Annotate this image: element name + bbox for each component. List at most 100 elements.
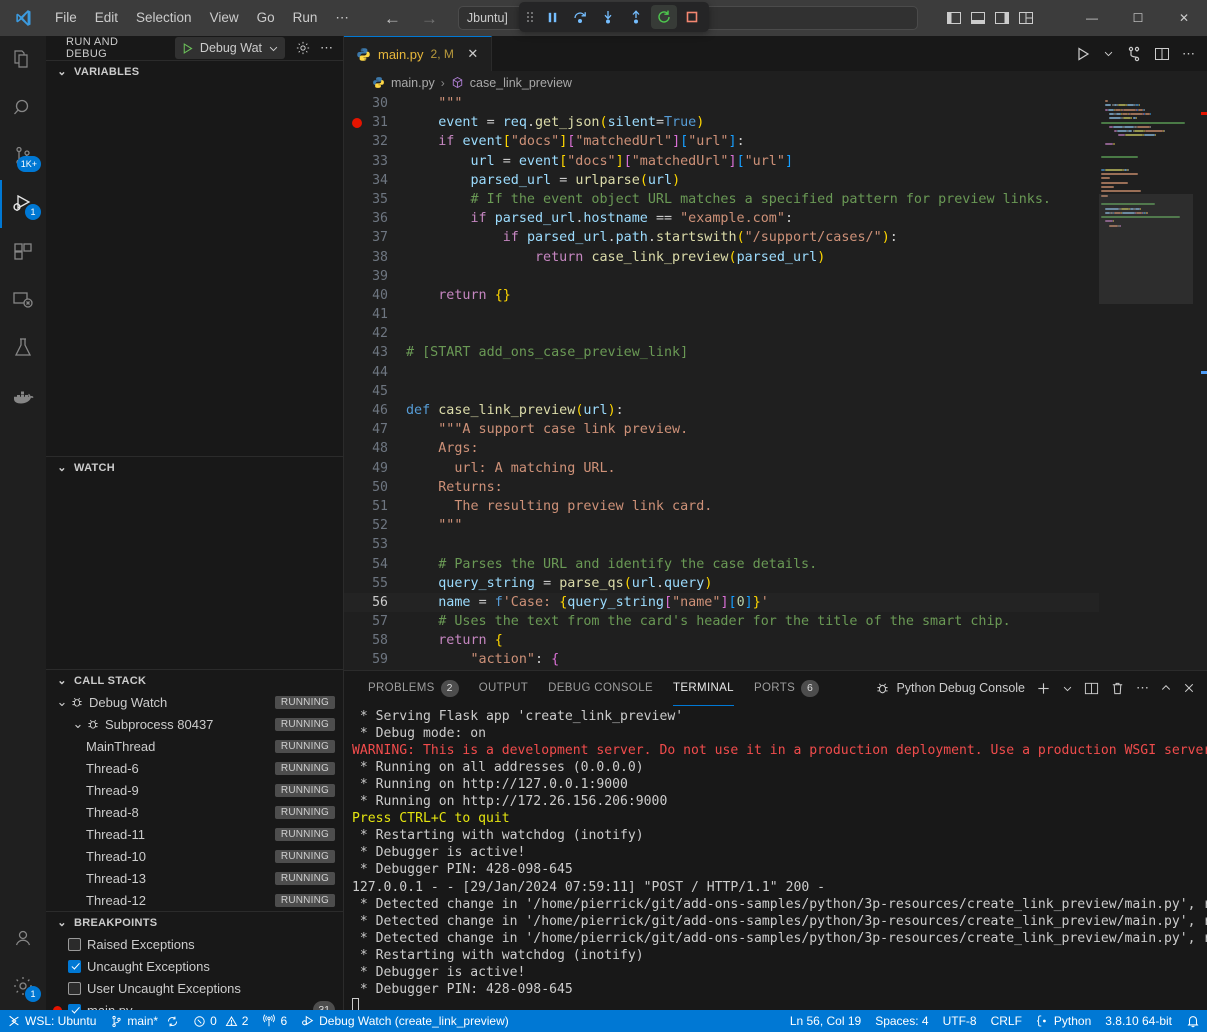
- code-editor[interactable]: 30 """31 event = req.get_json(silent=Tru…: [344, 94, 1207, 670]
- activity-run-and-debug[interactable]: 1: [0, 180, 46, 228]
- activity-manage[interactable]: 1: [0, 962, 46, 1010]
- trash-icon[interactable]: [1110, 681, 1125, 696]
- tab-ports[interactable]: PORTS 6: [744, 671, 829, 706]
- code-line[interactable]: 36 if parsed_url.hostname == "example.co…: [344, 209, 1099, 228]
- code-line[interactable]: 46def case_link_preview(url):: [344, 401, 1099, 420]
- code-line[interactable]: 43# [START add_ons_case_preview_link]: [344, 343, 1099, 362]
- call-stack-row[interactable]: Thread-13RUNNING: [46, 867, 343, 889]
- activity-search[interactable]: [0, 84, 46, 132]
- status-ports-forwarded[interactable]: 6: [255, 1010, 294, 1032]
- ellipsis-icon[interactable]: ⋯: [1182, 46, 1195, 62]
- line-number[interactable]: 54: [344, 555, 406, 574]
- split-branch-icon[interactable]: [1126, 46, 1142, 62]
- status-indentation[interactable]: Spaces: 4: [868, 1010, 935, 1032]
- tab-terminal[interactable]: TERMINAL: [663, 671, 744, 706]
- status-python-interpreter[interactable]: 3.8.10 64-bit: [1098, 1010, 1179, 1032]
- code-line[interactable]: 57 # Uses the text from the card's heade…: [344, 612, 1099, 631]
- breakpoint-checkbox[interactable]: [68, 938, 81, 951]
- terminal-output[interactable]: * Serving Flask app 'create_link_preview…: [344, 706, 1207, 1032]
- code-viewport[interactable]: 30 """31 event = req.get_json(silent=Tru…: [344, 94, 1099, 670]
- line-number[interactable]: 53: [344, 535, 406, 554]
- line-number[interactable]: 59: [344, 650, 406, 669]
- close-button[interactable]: ✕: [1161, 0, 1207, 36]
- split-editor-icon[interactable]: [1154, 46, 1170, 62]
- breakpoint-marker-icon[interactable]: [352, 118, 362, 128]
- line-number[interactable]: 30: [344, 94, 406, 113]
- stop-button[interactable]: [679, 5, 705, 29]
- line-number[interactable]: 49: [344, 459, 406, 478]
- line-number[interactable]: 33: [344, 152, 406, 171]
- call-stack-row[interactable]: ⌄Debug WatchRUNNING: [46, 691, 343, 713]
- activity-source-control[interactable]: 1K+: [0, 132, 46, 180]
- menu-view[interactable]: View: [201, 0, 248, 36]
- tab-debug-console[interactable]: DEBUG CONSOLE: [538, 671, 663, 706]
- status-remote-indicator[interactable]: WSL: Ubuntu: [0, 1010, 103, 1032]
- line-number[interactable]: 52: [344, 516, 406, 535]
- code-line[interactable]: 38 return case_link_preview(parsed_url): [344, 248, 1099, 267]
- code-line[interactable]: 52 """: [344, 516, 1099, 535]
- code-line[interactable]: 56 name = f'Case: {query_string["name"][…: [344, 593, 1099, 612]
- code-line[interactable]: 49 url: A matching URL.: [344, 459, 1099, 478]
- chevron-down-icon[interactable]: ⌄: [54, 674, 70, 687]
- code-line[interactable]: 53: [344, 535, 1099, 554]
- call-stack-row[interactable]: Thread-9RUNNING: [46, 779, 343, 801]
- code-line[interactable]: 44: [344, 363, 1099, 382]
- line-number[interactable]: 34: [344, 171, 406, 190]
- status-editor-position[interactable]: Ln 56, Col 19: [783, 1010, 868, 1032]
- arrow-left-icon[interactable]: ←: [384, 10, 401, 27]
- chevron-down-icon[interactable]: ⌄: [54, 65, 70, 78]
- menu-run[interactable]: Run: [284, 0, 327, 36]
- menu-go[interactable]: Go: [248, 0, 284, 36]
- line-number[interactable]: 37: [344, 228, 406, 247]
- code-line[interactable]: 55 query_string = parse_qs(url.query): [344, 574, 1099, 593]
- code-line[interactable]: 41: [344, 305, 1099, 324]
- layout-sidebar-right-icon[interactable]: [994, 10, 1010, 26]
- activity-remote-explorer[interactable]: [0, 276, 46, 324]
- status-encoding[interactable]: UTF-8: [936, 1010, 984, 1032]
- activity-testing[interactable]: [0, 324, 46, 372]
- code-line[interactable]: 42: [344, 324, 1099, 343]
- breakpoint-row[interactable]: User Uncaught Exceptions: [46, 977, 343, 999]
- code-line[interactable]: 45: [344, 382, 1099, 401]
- code-line[interactable]: 58 return {: [344, 631, 1099, 650]
- call-stack-row[interactable]: ⌄Subprocess 80437RUNNING: [46, 713, 343, 735]
- activity-extensions[interactable]: [0, 228, 46, 276]
- breakpoint-checkbox[interactable]: [68, 982, 81, 995]
- code-line[interactable]: 31 event = req.get_json(silent=True): [344, 113, 1099, 132]
- line-number[interactable]: 50: [344, 478, 406, 497]
- status-debug-session[interactable]: Debug Watch (create_link_preview): [294, 1010, 516, 1032]
- chevron-down-icon[interactable]: ⌄: [54, 694, 70, 710]
- close-icon[interactable]: ✕: [465, 46, 481, 62]
- line-number[interactable]: 35: [344, 190, 406, 209]
- breakpoint-checkbox[interactable]: [68, 960, 81, 973]
- code-line[interactable]: 34 parsed_url = urlparse(url): [344, 171, 1099, 190]
- line-number[interactable]: 55: [344, 574, 406, 593]
- call-stack-row[interactable]: Thread-6RUNNING: [46, 757, 343, 779]
- step-into-button[interactable]: [595, 5, 621, 29]
- chevron-down-icon[interactable]: [1062, 683, 1073, 694]
- layout-grid-icon[interactable]: [1018, 10, 1034, 26]
- line-number[interactable]: 38: [344, 248, 406, 267]
- chevron-down-icon[interactable]: ⌄: [54, 916, 70, 929]
- code-line[interactable]: 35 # If the event object URL matches a s…: [344, 190, 1099, 209]
- status-git-branch[interactable]: main*: [103, 1010, 186, 1032]
- new-terminal-icon[interactable]: [1036, 681, 1051, 696]
- minimap[interactable]: [1099, 94, 1207, 670]
- step-out-button[interactable]: [623, 5, 649, 29]
- active-terminal-name[interactable]: Python Debug Console: [875, 681, 1025, 696]
- line-number[interactable]: 57: [344, 612, 406, 631]
- code-line[interactable]: 47 """A support case link preview.: [344, 420, 1099, 439]
- breadcrumb-file[interactable]: main.py: [391, 76, 435, 90]
- tab-problems[interactable]: PROBLEMS 2: [358, 671, 469, 706]
- sync-icon[interactable]: [166, 1015, 179, 1028]
- line-number[interactable]: 46: [344, 401, 406, 420]
- code-line[interactable]: 54 # Parses the URL and identify the cas…: [344, 555, 1099, 574]
- breakpoint-row[interactable]: Uncaught Exceptions: [46, 955, 343, 977]
- layout-sidebar-left-icon[interactable]: [946, 10, 962, 26]
- chevron-down-icon[interactable]: [268, 43, 279, 54]
- call-stack-row[interactable]: MainThreadRUNNING: [46, 735, 343, 757]
- call-stack-header[interactable]: ⌄ CALL STACK: [46, 669, 343, 691]
- split-terminal-icon[interactable]: [1084, 681, 1099, 696]
- code-line[interactable]: 33 url = event["docs"]["matchedUrl"]["ur…: [344, 152, 1099, 171]
- menu-file[interactable]: File: [46, 0, 86, 36]
